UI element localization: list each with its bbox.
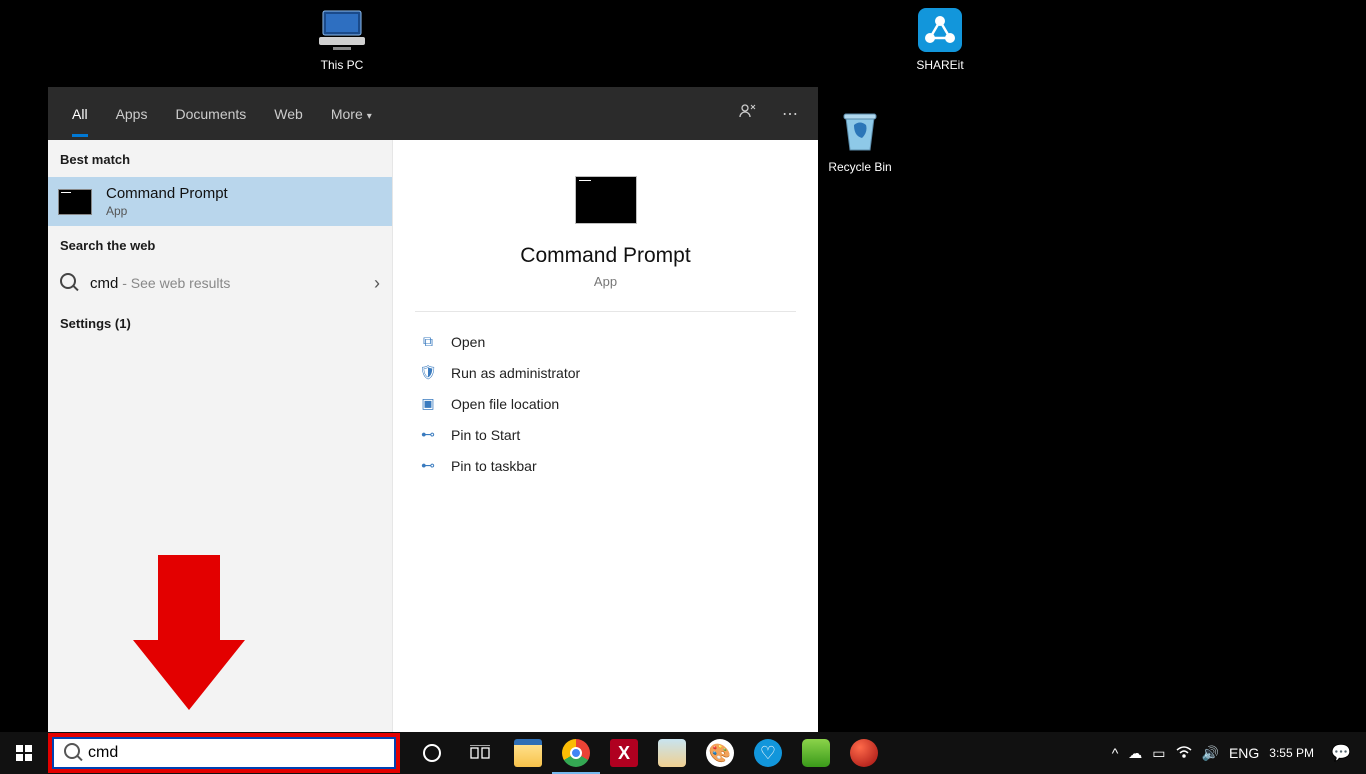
best-match-result[interactable]: Command Prompt App [48,177,392,226]
task-view-button[interactable] [456,732,504,774]
search-icon [60,273,76,294]
taskbar-app-chrome[interactable] [552,732,600,774]
action-pin-to-start[interactable]: ⊷Pin to Start [415,419,796,450]
desktop-icon-label: Recycle Bin [820,160,900,174]
taskbar-app-stickies[interactable] [648,732,696,774]
desktop-icon-label: SHAREit [900,58,980,72]
taskbar-app-red-x[interactable]: X [600,732,648,774]
system-tray: ^ ☁ ▭ 🔊 ENG 3:55 PM 💬 [1104,732,1366,774]
preview-subtitle: App [415,274,796,289]
desktop-icon-label: This PC [302,58,382,72]
battery-icon[interactable]: ▭ [1152,745,1165,762]
web-result-hint: - See web results [118,275,230,291]
taskbar-app-red-ball[interactable] [840,732,888,774]
language-indicator[interactable]: ENG [1229,745,1259,761]
taskbar-search-input[interactable] [88,744,384,762]
pin-icon: ⊷ [419,426,437,443]
taskbar-app-paint[interactable]: 🎨 [696,732,744,774]
desktop-icon-recycle-bin[interactable]: Recycle Bin [820,108,900,174]
computer-icon [318,6,366,54]
web-result[interactable]: cmd - See web results › [48,263,392,304]
taskbar-app-green[interactable] [792,732,840,774]
search-tabs: All Apps Documents Web More ⋯ [48,87,818,140]
best-match-subtitle: App [106,204,228,218]
search-icon [64,743,80,764]
search-web-header: Search the web [48,226,392,263]
settings-header[interactable]: Settings (1) [48,304,392,341]
tray-overflow-icon[interactable]: ^ [1112,745,1119,761]
shield-icon: 🛡 [419,364,437,381]
tab-apps[interactable]: Apps [102,90,162,137]
best-match-title: Command Prompt [106,185,228,202]
tab-all[interactable]: All [58,90,102,137]
action-pin-to-taskbar[interactable]: ⊷Pin to taskbar [415,450,796,481]
taskbar-search-highlight [48,733,400,773]
taskbar-app-file-explorer[interactable] [504,732,552,774]
result-preview-pane: Command Prompt App ⧉Open 🛡Run as adminis… [392,140,818,732]
chevron-right-icon: › [374,273,380,294]
pin-icon: ⊷ [419,457,437,474]
taskbar-app-shield[interactable]: ♡ [744,732,792,774]
wifi-icon[interactable] [1176,745,1192,761]
tab-documents[interactable]: Documents [161,90,260,137]
open-icon: ⧉ [419,333,437,350]
tab-web[interactable]: Web [260,90,317,137]
start-button[interactable] [0,732,48,774]
cortana-button[interactable] [408,732,456,774]
best-match-header: Best match [48,140,392,177]
onedrive-icon[interactable]: ☁ [1128,745,1142,762]
shareit-icon [916,6,964,54]
desktop-icon-this-pc[interactable]: This PC [302,6,382,72]
action-open-file-location[interactable]: ▣Open file location [415,388,796,419]
tab-more[interactable]: More [317,90,386,137]
taskbar-search-box[interactable] [52,737,396,769]
preview-title: Command Prompt [415,244,796,268]
windows-logo-icon [16,745,32,761]
more-options-icon[interactable]: ⋯ [782,104,798,124]
command-prompt-icon [58,189,92,215]
folder-icon: ▣ [419,395,437,412]
recycle-bin-icon [836,108,884,156]
action-open[interactable]: ⧉Open [415,326,796,357]
annotation-arrow [158,555,245,710]
taskbar: X 🎨 ♡ ^ ☁ ▭ 🔊 ENG 3:55 PM 💬 [0,732,1366,774]
feedback-icon[interactable] [738,102,756,125]
web-result-query: cmd [90,275,118,292]
command-prompt-icon [575,176,637,224]
taskbar-clock[interactable]: 3:55 PM [1269,746,1314,760]
action-run-as-admin[interactable]: 🛡Run as administrator [415,357,796,388]
action-center-icon[interactable]: 💬 [1324,743,1358,763]
volume-icon[interactable]: 🔊 [1202,745,1219,762]
desktop-icon-shareit[interactable]: SHAREit [900,6,980,72]
